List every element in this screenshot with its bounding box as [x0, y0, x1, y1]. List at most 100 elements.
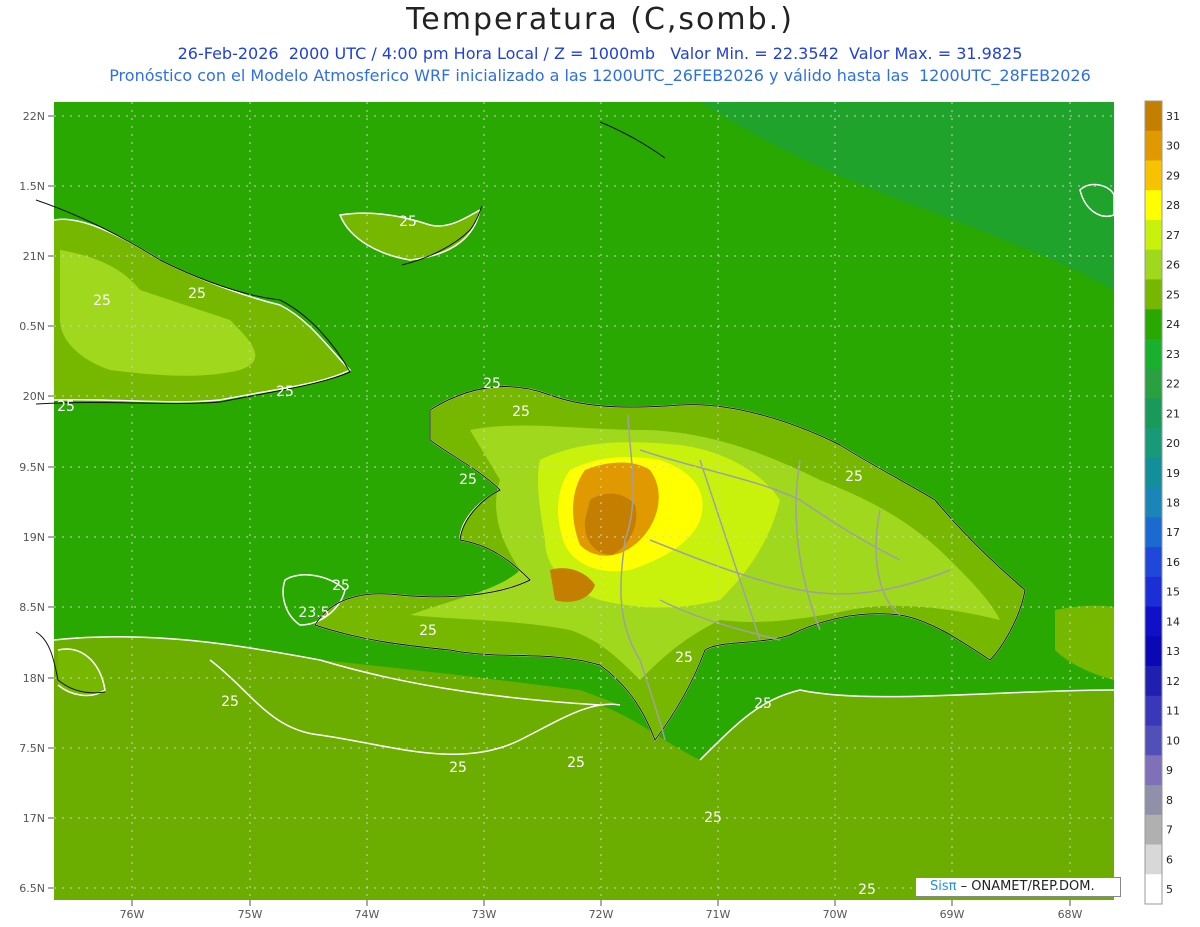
credit-brand: Sisπ — [930, 879, 957, 894]
colorbar-swatch — [1145, 338, 1162, 370]
contour-label: 25 — [57, 399, 75, 415]
colorbar-swatch — [1145, 428, 1162, 459]
colorbar-swatch — [1145, 130, 1162, 161]
colorbar-label: 27 — [1166, 229, 1180, 242]
colorbar-label: 20 — [1166, 437, 1180, 450]
colorbar-label: 16 — [1166, 556, 1180, 569]
colorbar-swatch — [1145, 309, 1162, 340]
contour-label: 25 — [221, 694, 239, 710]
colorbar-label: 12 — [1166, 675, 1180, 688]
contour-label: 25 — [459, 472, 477, 488]
lat-label: 6.5N — [19, 882, 45, 895]
credit-box: Sisπ – ONAMET/REP.DOM. — [915, 877, 1121, 897]
colorbar-label: 8 — [1166, 794, 1173, 807]
colorbar-label: 17 — [1166, 526, 1180, 539]
lon-label: 75W — [238, 908, 263, 921]
colorbar-label: 25 — [1166, 288, 1180, 301]
colorbar-label: 23 — [1166, 348, 1180, 361]
colorbar-swatch — [1145, 249, 1162, 280]
colorbar-swatch — [1145, 576, 1162, 608]
colorbar-swatch — [1145, 814, 1162, 846]
colorbar-label: 18 — [1166, 497, 1180, 510]
colorbar-label: 31 — [1166, 110, 1180, 123]
credit-org: – ONAMET/REP.DOM. — [956, 879, 1095, 894]
colorbar-label: 28 — [1166, 199, 1180, 212]
lon-label: 74W — [355, 908, 380, 921]
contour-label: 25 — [419, 623, 437, 639]
colorbar-swatch — [1145, 190, 1162, 221]
colorbar-label: 29 — [1166, 169, 1180, 182]
lon-label: 71W — [706, 908, 731, 921]
lat-label: 19N — [23, 531, 45, 544]
colorbar-swatch — [1145, 547, 1162, 578]
colorbar-swatch — [1145, 398, 1162, 429]
lat-label: 17N — [23, 812, 45, 825]
lat-label: 9.5N — [19, 461, 45, 474]
colorbar-swatch — [1145, 695, 1162, 727]
lat-axis: 22N 1.5N 21N 0.5N 20N 9.5N 19N 8.5N 18N … — [19, 110, 45, 895]
colorbar-label: 24 — [1166, 318, 1180, 331]
colorbar-label: 30 — [1166, 140, 1180, 153]
colorbar-swatch — [1145, 725, 1162, 756]
contour-label: 25 — [399, 214, 417, 230]
contour-label: 25 — [93, 293, 111, 309]
contour-label: 25 — [675, 650, 693, 666]
lon-label: 73W — [472, 908, 497, 921]
lat-label: 22N — [23, 110, 45, 123]
colorbar-label: 6 — [1166, 853, 1173, 866]
colorbar-swatch — [1145, 785, 1162, 816]
colorbar-swatch — [1145, 844, 1162, 875]
colorbar-swatch — [1145, 517, 1162, 548]
colorbar-label: 14 — [1166, 615, 1180, 628]
colorbar-swatch — [1145, 160, 1162, 191]
contour-label: 25 — [483, 376, 501, 392]
lon-label: 76W — [120, 908, 145, 921]
colorbar-label: 21 — [1166, 407, 1180, 420]
contour-label: 25 — [704, 810, 722, 826]
contour-label: 25 — [276, 384, 294, 400]
colorbar-label: 5 — [1166, 883, 1173, 896]
colorbar-label: 13 — [1166, 645, 1180, 658]
colorbar-swatch — [1145, 606, 1162, 637]
colorbar-label: 26 — [1166, 259, 1180, 272]
map-figure: 22N 1.5N 21N 0.5N 20N 9.5N 19N 8.5N 18N … — [19, 100, 1180, 921]
colorbar-swatch — [1145, 279, 1162, 310]
lon-label: 69W — [940, 908, 965, 921]
lat-label: 18N — [23, 672, 45, 685]
contour-label: 23.5 — [298, 605, 329, 621]
colorbar-swatch — [1145, 457, 1162, 489]
lat-label: 8.5N — [19, 601, 45, 614]
lat-label: 20N — [23, 390, 45, 403]
contour-label: 25 — [858, 882, 876, 898]
lat-label: 0.5N — [19, 320, 45, 333]
lon-axis: 76W 75W 74W 73W 72W 71W 70W 69W 68W — [120, 908, 1083, 921]
colorbar-label: 7 — [1166, 824, 1173, 837]
lat-label: 21N — [23, 250, 45, 263]
colorbar-swatch — [1145, 755, 1162, 786]
contour-label: 25 — [754, 696, 772, 712]
colorbar-swatch — [1145, 487, 1162, 518]
colorbar-label: 22 — [1166, 378, 1180, 391]
contour-label: 25 — [188, 286, 206, 302]
contour-label: 25 — [332, 578, 350, 594]
contour-label: 25 — [512, 404, 530, 420]
contour-label: 25 — [449, 760, 467, 776]
contour-label: 25 — [845, 469, 863, 485]
lon-label: 68W — [1058, 908, 1083, 921]
lat-label: 7.5N — [19, 742, 45, 755]
colorbar-label: 9 — [1166, 764, 1173, 777]
colorbar-swatch — [1145, 874, 1162, 905]
lon-label: 72W — [589, 908, 614, 921]
colorbar-label: 10 — [1166, 734, 1180, 747]
contour-label: 25 — [567, 755, 585, 771]
colorbar-swatch — [1145, 666, 1162, 697]
colorbar-swatch — [1145, 636, 1162, 667]
lon-label: 70W — [823, 908, 848, 921]
colorbar-label: 11 — [1166, 705, 1180, 718]
colorbar-swatch — [1145, 368, 1162, 399]
colorbar-swatch — [1145, 219, 1162, 251]
lat-label: 1.5N — [19, 180, 45, 193]
colorbar-swatch — [1145, 101, 1162, 132]
colorbar-label: 15 — [1166, 586, 1180, 599]
colorbar-label: 19 — [1166, 467, 1180, 480]
